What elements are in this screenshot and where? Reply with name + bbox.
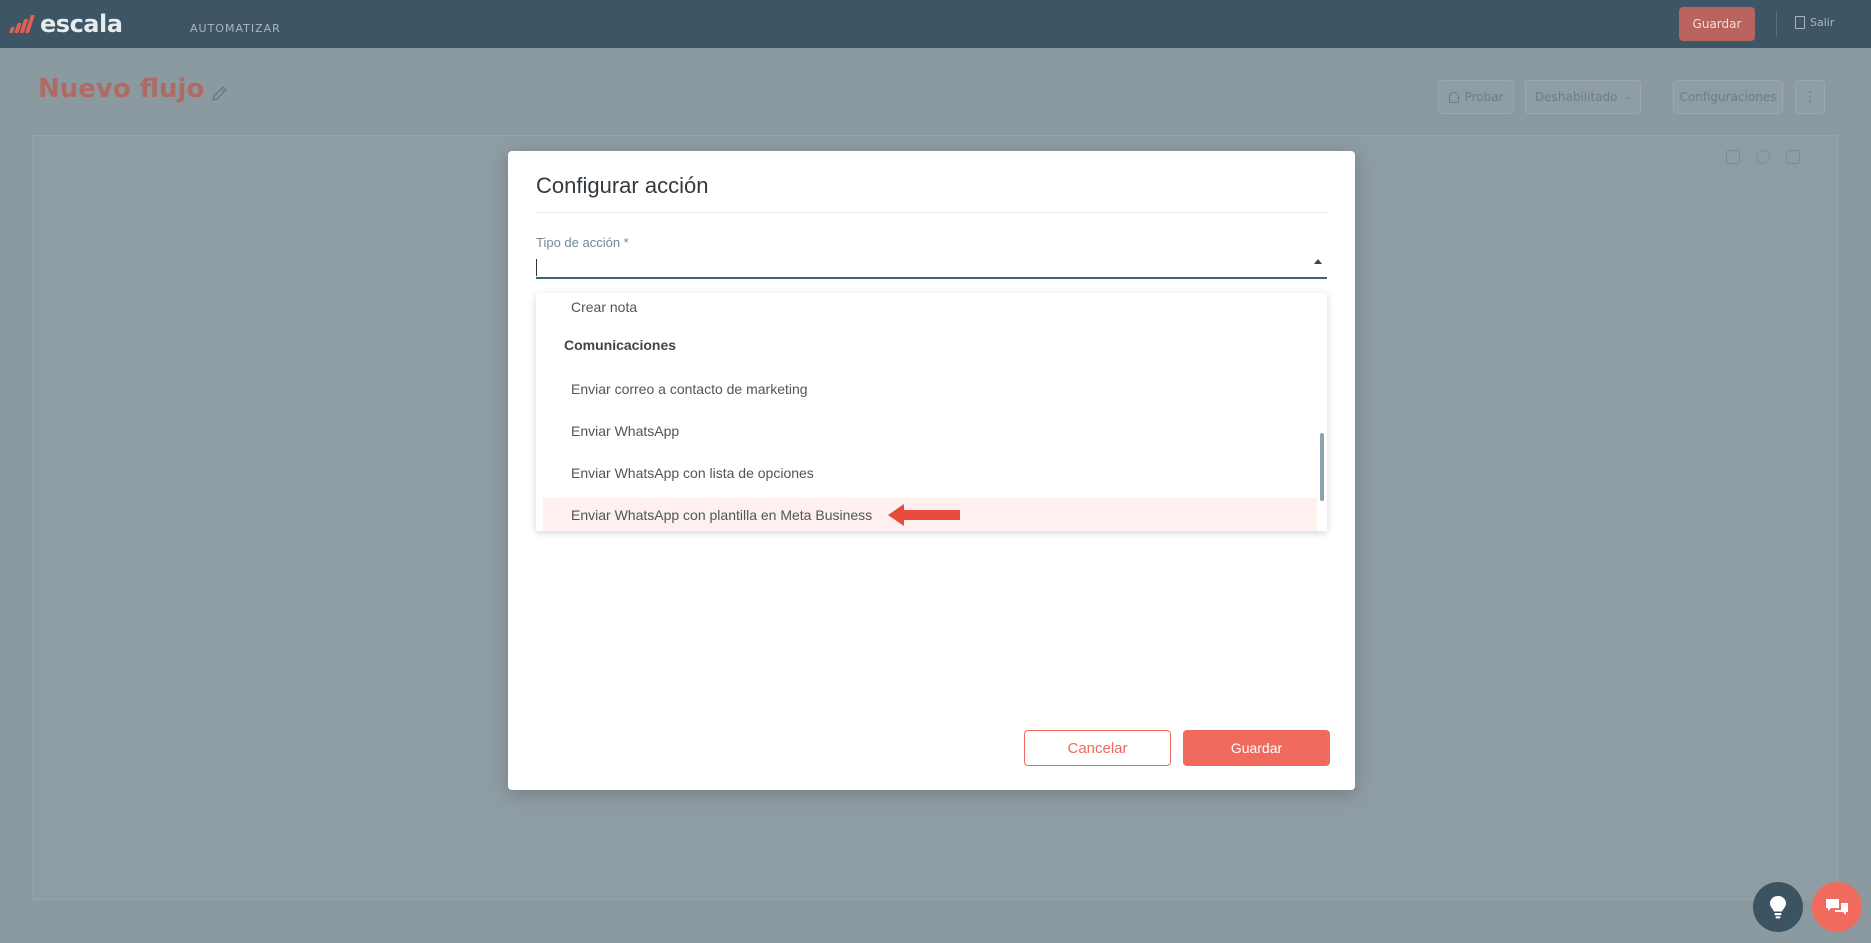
option-enviar-whatsapp[interactable]: Enviar WhatsApp (543, 414, 1317, 448)
text-cursor (536, 259, 537, 276)
logo-bars-icon (8, 13, 38, 35)
status-label: Deshabilitado (1534, 90, 1618, 104)
header-divider (1776, 12, 1777, 36)
test-label: Probar (1464, 90, 1504, 104)
brand-name: escala (40, 10, 123, 38)
modal-divider (536, 212, 1327, 213)
action-type-label: Tipo de acción * (536, 235, 629, 250)
test-button[interactable]: Probar (1438, 80, 1514, 114)
more-menu-button[interactable]: ⋮ (1795, 80, 1825, 114)
group-comunicaciones: Comunicaciones (564, 337, 677, 353)
chat-icon (1826, 899, 1848, 915)
page-title: Nuevo flujo (38, 74, 205, 104)
action-type-input[interactable] (536, 255, 1327, 279)
status-dropdown[interactable]: Deshabilitado ⌄ (1525, 80, 1641, 114)
fit-view-icon[interactable] (1786, 150, 1800, 164)
zoom-out-icon[interactable] (1756, 150, 1770, 164)
exit-button[interactable]: Salir (1795, 16, 1834, 29)
configure-action-modal: Configurar acción Tipo de acción * Crear… (508, 151, 1355, 790)
exit-icon (1795, 16, 1805, 29)
save-button[interactable]: Guardar (1183, 730, 1330, 766)
cancel-button[interactable]: Cancelar (1024, 730, 1171, 766)
modal-title: Configurar acción (536, 173, 709, 198)
nav-automatizar[interactable]: AUTOMATIZAR (190, 22, 281, 35)
chat-button[interactable] (1812, 882, 1862, 932)
pencil-icon[interactable] (210, 84, 230, 104)
option-whatsapp-lista[interactable]: Enviar WhatsApp con lista de opciones (543, 456, 1317, 490)
zoom-in-icon[interactable] (1726, 150, 1740, 164)
chevron-up-icon[interactable] (1314, 259, 1322, 264)
top-bar: escala AUTOMATIZAR Guardar Salir (0, 0, 1871, 48)
brand-logo[interactable]: escala (8, 10, 123, 38)
ideas-button[interactable] (1753, 882, 1803, 932)
exit-label: Salir (1810, 16, 1835, 29)
option-enviar-correo[interactable]: Enviar correo a contacto de marketing (543, 372, 1317, 406)
action-type-dropdown: Crear nota Comunicaciones Enviar correo … (536, 293, 1327, 531)
canvas-tools (1726, 150, 1800, 164)
user-icon (1448, 91, 1459, 103)
option-crear-nota[interactable]: Crear nota (543, 293, 1317, 324)
dropdown-scrollbar[interactable] (1320, 433, 1324, 501)
header-save-button[interactable]: Guardar (1679, 7, 1755, 41)
arrow-left-icon (888, 504, 960, 526)
more-vertical-icon: ⋮ (1803, 89, 1817, 105)
settings-button[interactable]: Configuraciones (1673, 80, 1783, 114)
chevron-down-icon: ⌄ (1623, 92, 1632, 102)
lightbulb-icon (1770, 896, 1786, 919)
